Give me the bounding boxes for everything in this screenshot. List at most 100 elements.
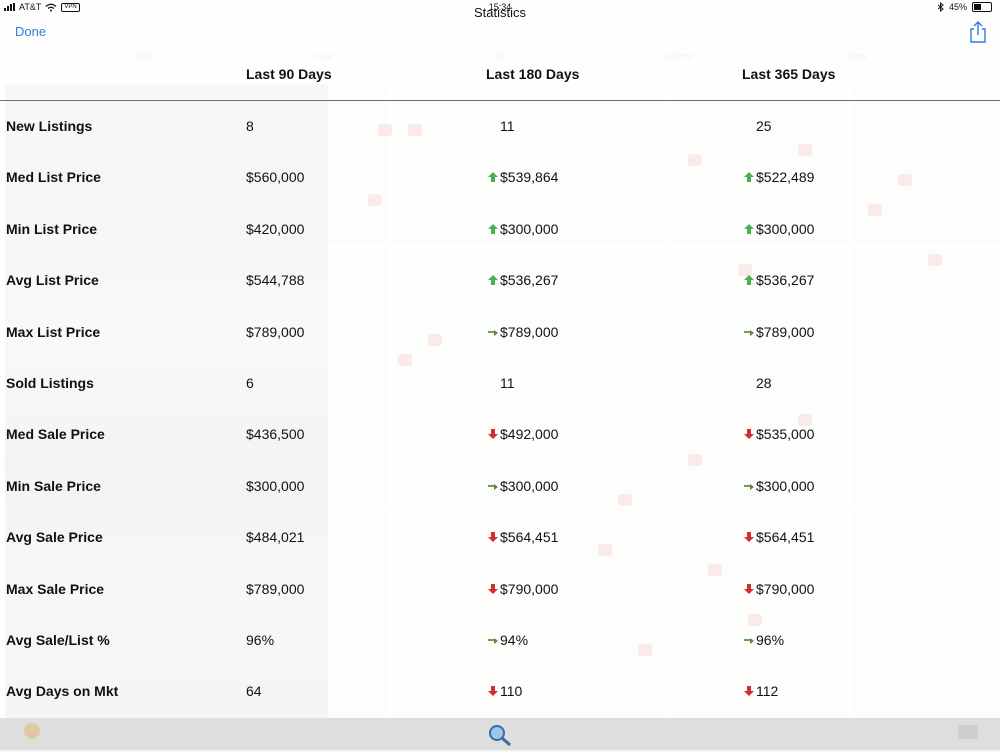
- row-label-text: Max Sale Price: [6, 580, 105, 597]
- row-label-text: Min List Price: [6, 220, 98, 237]
- value-180-days-text: 94%: [500, 632, 529, 648]
- value-180-days-text: $300,000: [500, 477, 559, 494]
- value-90-days: 8: [246, 118, 254, 134]
- table-row: Max Sale Price $789,000 $790,000 $790,000: [0, 581, 1000, 632]
- value-180-days-text: $536,267: [500, 272, 559, 289]
- row-label: Max List Price: [6, 324, 100, 340]
- sideways-arrow-icon: [486, 479, 500, 493]
- value-365-days-text: $300,000: [756, 477, 815, 494]
- value-90-days-text: 6: [246, 375, 254, 391]
- value-90-days: $544,788: [246, 272, 304, 288]
- value-180-days: $790,000: [486, 581, 558, 597]
- value-90-days-text: $560,000: [246, 169, 305, 186]
- green-arrow-up-icon: [486, 273, 500, 287]
- value-180-days-text: $300,000: [500, 220, 559, 237]
- row-label: Avg Sale Price: [6, 529, 103, 545]
- table-row: Avg Sale/List % 96% 94% 96%: [0, 632, 1000, 683]
- table-row: Min Sale Price $300,000 $300,000 $300,000: [0, 478, 1000, 529]
- red-arrow-down-icon: [486, 530, 500, 544]
- value-90-days-text: 8: [246, 118, 254, 134]
- no-trend-spacer: [742, 376, 756, 390]
- value-180-days-text: 11: [500, 375, 515, 391]
- value-180-days: 11: [486, 118, 515, 134]
- value-180-days: $536,267: [486, 272, 558, 288]
- column-header-row: Last 90 Days Last 180 Days Last 365 Days: [0, 60, 1000, 101]
- statistics-sheet: AT&T VPN 15:34 45% Statistics Done Last …: [0, 0, 1000, 718]
- value-90-days-text: 96%: [246, 632, 275, 648]
- value-90-days-text: $420,000: [246, 220, 305, 237]
- value-365-days-text: 28: [756, 375, 772, 391]
- row-label-text: Sold Listings: [6, 375, 94, 391]
- row-label: Avg List Price: [6, 272, 99, 288]
- done-button[interactable]: Done: [15, 24, 46, 39]
- sideways-arrow-icon: [486, 325, 500, 339]
- value-90-days-text: 64: [246, 683, 262, 700]
- column-header-365: Last 365 Days: [742, 66, 836, 82]
- column-header-90: Last 90 Days: [246, 66, 332, 82]
- value-365-days: $535,000: [742, 426, 814, 442]
- value-90-days: $420,000: [246, 221, 304, 237]
- value-180-days: 110: [486, 683, 522, 699]
- tab-account[interactable]: [948, 721, 988, 747]
- column-header-180: Last 180 Days: [486, 66, 580, 82]
- tab-contact[interactable]: [12, 721, 52, 747]
- row-label: Min List Price: [6, 221, 97, 237]
- account-icon: [958, 725, 978, 739]
- row-label-text: Avg Sale/List %: [6, 632, 110, 648]
- value-180-days: $300,000: [486, 221, 558, 237]
- value-90-days-text: $544,788: [246, 272, 305, 289]
- value-90-days: $300,000: [246, 478, 304, 494]
- value-365-days: 28: [742, 375, 772, 391]
- row-label: New Listings: [6, 118, 92, 134]
- row-label-text: New Listings: [6, 118, 93, 134]
- row-label: Med Sale Price: [6, 426, 105, 442]
- value-90-days-text: $789,000: [246, 580, 305, 597]
- row-label: Avg Sale/List %: [6, 632, 110, 648]
- value-365-days: $789,000: [742, 324, 814, 340]
- value-365-days: $564,451: [742, 529, 814, 545]
- value-90-days-text: $300,000: [246, 477, 305, 494]
- red-arrow-down-icon: [742, 582, 756, 596]
- value-180-days-text: $492,000: [500, 426, 559, 443]
- share-icon[interactable]: [968, 21, 988, 43]
- value-365-days: $790,000: [742, 581, 814, 597]
- row-label-text: Avg Days on Mkt: [6, 683, 119, 700]
- value-180-days-text: 110: [500, 683, 523, 700]
- value-365-days-text: $564,451: [756, 529, 815, 546]
- green-arrow-up-icon: [742, 273, 756, 287]
- row-label: Min Sale Price: [6, 478, 101, 494]
- green-arrow-up-icon: [486, 222, 500, 236]
- red-arrow-down-icon: [742, 427, 756, 441]
- table-row: Avg Sale Price $484,021 $564,451 $564,451: [0, 529, 1000, 580]
- sideways-arrow-icon: [486, 633, 500, 647]
- value-365-days: 25: [742, 118, 772, 134]
- bottom-tab-bar: [0, 718, 1000, 750]
- value-90-days: $436,500: [246, 426, 304, 442]
- table-row: Max List Price $789,000 $789,000 $789,000: [0, 324, 1000, 375]
- row-label: Max Sale Price: [6, 581, 104, 597]
- value-365-days-text: $522,489: [756, 169, 815, 186]
- table-row: Min List Price $420,000 $300,000 $300,000: [0, 221, 1000, 272]
- tab-search[interactable]: [480, 721, 520, 747]
- value-90-days: $789,000: [246, 581, 304, 597]
- row-label-text: Max List Price: [6, 323, 101, 340]
- contact-icon: [24, 723, 40, 739]
- table-row: Avg List Price $544,788 $536,267 $536,267: [0, 272, 1000, 323]
- no-trend-spacer: [742, 119, 756, 133]
- value-180-days: $492,000: [486, 426, 558, 442]
- page-title: Statistics: [473, 5, 526, 20]
- red-arrow-down-icon: [742, 684, 756, 698]
- value-365-days: $536,267: [742, 272, 814, 288]
- value-365-days: $300,000: [742, 478, 814, 494]
- value-90-days-text: $484,021: [246, 529, 305, 546]
- value-365-days-text: 112: [756, 683, 779, 700]
- nav-bar: Statistics Done: [0, 5, 1000, 47]
- value-90-days: 64: [246, 683, 262, 699]
- value-180-days-text: 11: [500, 118, 515, 134]
- value-365-days: 112: [742, 683, 778, 699]
- value-365-days: 96%: [742, 632, 784, 648]
- value-180-days-text: $790,000: [500, 580, 559, 597]
- green-arrow-up-icon: [742, 170, 756, 184]
- row-label: Med List Price: [6, 169, 101, 185]
- row-label-text: Med List Price: [6, 169, 101, 186]
